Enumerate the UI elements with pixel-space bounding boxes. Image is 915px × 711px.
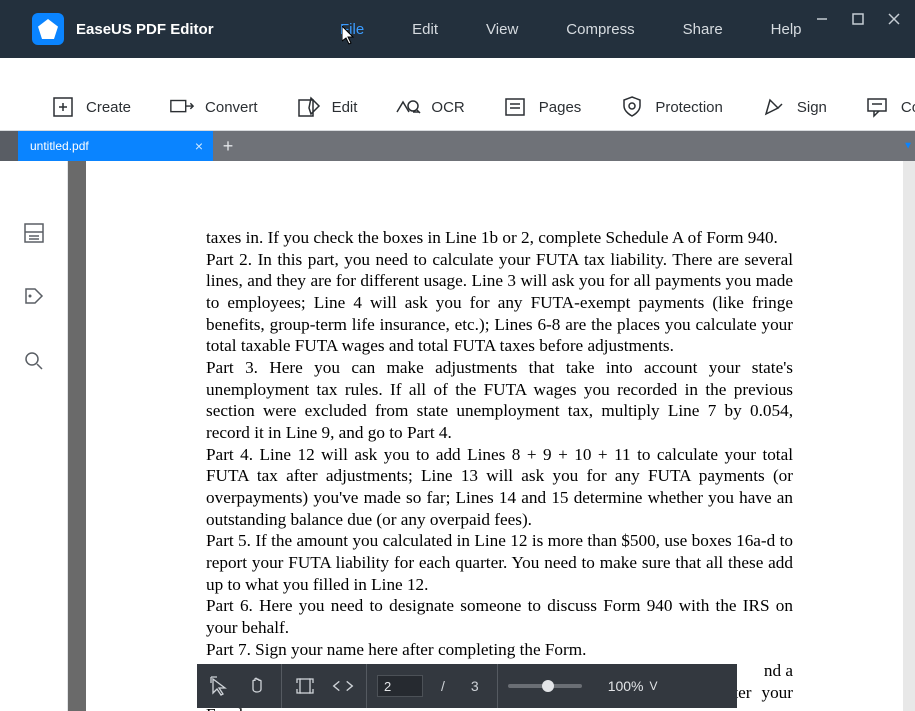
close-icon[interactable] <box>885 10 903 28</box>
workspace: taxes in. If you check the boxes in Line… <box>0 161 915 711</box>
thumbnails-icon[interactable] <box>22 221 46 245</box>
edit-icon <box>296 95 322 119</box>
zoom-dropdown-icon[interactable]: V <box>650 679 658 693</box>
sign-button[interactable]: Sign <box>753 95 835 119</box>
menu-view[interactable]: View <box>486 21 518 38</box>
zoom-slider-thumb[interactable] <box>542 680 554 692</box>
cursor-tool-icon[interactable] <box>207 673 233 699</box>
maximize-icon[interactable] <box>849 10 867 28</box>
para-3: Part 3. Here you can make adjustments th… <box>206 358 793 442</box>
document-body: taxes in. If you check the boxes in Line… <box>206 227 793 711</box>
pages-button[interactable]: Pages <box>495 95 590 119</box>
prev-next-icon[interactable] <box>330 673 356 699</box>
sign-label: Sign <box>797 99 827 116</box>
protection-icon <box>619 95 645 119</box>
tab-untitled[interactable]: untitled.pdf × <box>18 131 213 161</box>
left-sidebar <box>0 161 68 711</box>
ocr-label: OCR <box>431 99 464 116</box>
pages-label: Pages <box>539 99 582 116</box>
search-icon[interactable] <box>22 349 46 373</box>
page-number-input[interactable] <box>377 675 423 697</box>
convert-label: Convert <box>205 99 258 116</box>
sign-icon <box>761 95 787 119</box>
hand-tool-icon[interactable] <box>245 673 271 699</box>
para-6: Part 6. Here you need to designate someo… <box>206 596 793 637</box>
convert-button[interactable]: Convert <box>161 95 266 119</box>
menu-share[interactable]: Share <box>683 21 723 38</box>
tab-close-icon[interactable]: × <box>195 138 203 154</box>
para-5: Part 5. If the amount you calculated in … <box>206 531 793 593</box>
comment-button[interactable]: Comment <box>857 95 915 119</box>
menu-edit[interactable]: Edit <box>412 21 438 38</box>
tabs-overflow-arrow-icon[interactable]: ▼ <box>903 141 913 152</box>
para-4: Part 4. Line 12 will ask you to add Line… <box>206 445 793 529</box>
fit-page-icon[interactable] <box>292 673 318 699</box>
app-logo-icon <box>32 13 64 45</box>
create-button[interactable]: Create <box>42 95 139 119</box>
convert-icon <box>169 95 195 119</box>
zoom-slider[interactable] <box>508 684 582 688</box>
title-left: EaseUS PDF Editor <box>0 13 214 45</box>
pages-icon <box>503 95 529 119</box>
menu-compress[interactable]: Compress <box>566 21 634 38</box>
document-page: taxes in. If you check the boxes in Line… <box>86 161 903 711</box>
page-slash: / <box>435 678 451 694</box>
para-1: taxes in. If you check the boxes in Line… <box>206 228 778 247</box>
vertical-scrollbar[interactable] <box>903 161 915 711</box>
app-title: EaseUS PDF Editor <box>76 21 214 38</box>
edit-button[interactable]: Edit <box>288 95 366 119</box>
create-icon <box>50 95 76 119</box>
tag-icon[interactable] <box>22 285 46 309</box>
create-label: Create <box>86 99 131 116</box>
edit-label: Edit <box>332 99 358 116</box>
comment-icon <box>865 95 891 119</box>
document-area[interactable]: taxes in. If you check the boxes in Line… <box>68 161 915 711</box>
trail-1: nd a <box>764 660 793 682</box>
window-controls <box>813 10 903 28</box>
protection-button[interactable]: Protection <box>611 95 731 119</box>
minimize-icon[interactable] <box>813 10 831 28</box>
tab-label: untitled.pdf <box>30 139 89 153</box>
toolbar-wrap: Create Convert Edit OCR Pages <box>0 58 915 131</box>
view-toolbar: / 3 100% V <box>197 664 737 708</box>
tab-add-button[interactable]: + <box>213 131 243 161</box>
comment-label: Comment <box>901 99 915 116</box>
tab-strip: untitled.pdf × + ▼ <box>0 131 915 161</box>
para-7: Part 7. Sign your name here after comple… <box>206 640 586 659</box>
mouse-cursor-icon <box>342 26 356 46</box>
title-bar: EaseUS PDF Editor File Edit View Compres… <box>0 0 915 58</box>
protection-label: Protection <box>655 99 723 116</box>
para-2: Part 2. In this part, you need to calcul… <box>206 250 793 356</box>
ocr-icon <box>395 95 421 119</box>
menu-help[interactable]: Help <box>771 21 802 38</box>
ocr-button[interactable]: OCR <box>387 95 472 119</box>
menubar: File Edit View Compress Share Help <box>340 0 802 58</box>
page-total: 3 <box>463 678 487 694</box>
main-toolbar: Create Convert Edit OCR Pages <box>0 84 915 130</box>
zoom-value: 100% V <box>594 678 658 694</box>
